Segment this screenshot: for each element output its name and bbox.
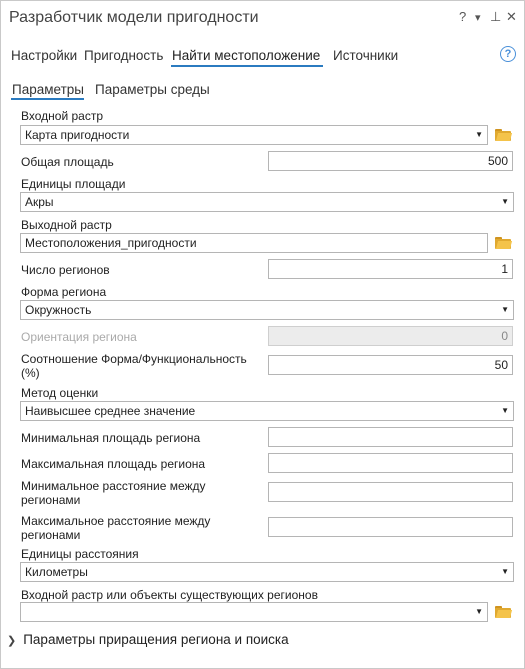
shape-tradeoff-label: Соотношение Форма/Функциональность (%) <box>21 352 247 380</box>
chevron-right-icon: ❯ <box>7 635 17 647</box>
help-circle-icon[interactable]: ? <box>500 46 516 62</box>
region-growth-expander[interactable]: ❯ Параметры приращения региона и поиска <box>7 632 289 647</box>
browse-folder-icon[interactable] <box>495 606 513 618</box>
tab-suitability[interactable]: Пригодность <box>84 48 163 63</box>
chevron-down-icon: ▼ <box>501 406 509 415</box>
min-distance-input[interactable] <box>268 482 513 502</box>
input-raster-label: Входной растр <box>21 109 104 123</box>
close-button[interactable]: ✕ <box>506 9 517 25</box>
active-subtab-indicator <box>11 98 84 100</box>
browse-folder-icon[interactable] <box>495 237 513 249</box>
area-units-label: Единицы площади <box>21 177 126 191</box>
region-shape-value: Окружность <box>25 303 92 317</box>
input-raster-dropdown[interactable]: Карта пригодности ▼ <box>20 125 488 145</box>
output-raster-input[interactable]: Местоположения_пригодности <box>20 233 488 253</box>
title-bar: Разработчик модели пригодности ? ▾ ⊥ ✕ <box>1 1 524 35</box>
existing-regions-label: Входной растр или объекты существующих р… <box>21 588 318 602</box>
pane-title: Разработчик модели пригодности <box>9 9 259 26</box>
distance-units-dropdown[interactable]: Километры ▼ <box>20 562 514 582</box>
existing-regions-dropdown[interactable]: ▼ <box>20 602 488 622</box>
evaluation-method-dropdown[interactable]: Наивысшее среднее значение ▼ <box>20 401 514 421</box>
chevron-down-icon: ▼ <box>475 130 483 139</box>
output-raster-label: Выходной растр <box>21 218 112 232</box>
area-units-value: Акры <box>25 195 54 209</box>
max-distance-input[interactable] <box>268 517 513 537</box>
chevron-down-icon: ▼ <box>501 567 509 576</box>
distance-units-label: Единицы расстояния <box>21 547 139 561</box>
chevron-down-icon: ▼ <box>475 607 483 616</box>
tab-settings[interactable]: Настройки <box>11 48 77 63</box>
max-region-area-label: Максимальная площадь региона <box>21 457 206 471</box>
chevron-down-icon: ▼ <box>501 197 509 206</box>
total-area-label: Общая площадь <box>21 155 114 169</box>
browse-folder-icon[interactable] <box>495 129 513 141</box>
max-region-area-input[interactable] <box>268 453 513 473</box>
distance-units-value: Километры <box>25 565 88 579</box>
subtab-parameters[interactable]: Параметры <box>12 82 84 97</box>
evaluation-method-label: Метод оценки <box>21 386 99 400</box>
subtab-environments[interactable]: Параметры среды <box>95 82 210 97</box>
tool-pane: Разработчик модели пригодности ? ▾ ⊥ ✕ Н… <box>0 0 525 669</box>
evaluation-method-value: Наивысшее среднее значение <box>25 404 196 418</box>
min-distance-label: Минимальное расстояние между регионами <box>21 479 206 507</box>
tab-sources[interactable]: Источники <box>333 48 398 63</box>
region-orientation-label: Ориентация региона <box>21 330 137 344</box>
num-regions-label: Число регионов <box>21 263 110 277</box>
pin-icon[interactable]: ⊥ <box>490 9 501 25</box>
input-raster-value: Карта пригодности <box>25 128 130 142</box>
shape-tradeoff-input[interactable]: 50 <box>268 355 513 375</box>
chevron-down-icon: ▼ <box>501 305 509 314</box>
active-tab-indicator <box>171 65 323 67</box>
max-distance-label: Максимальное расстояние между регионами <box>21 514 211 542</box>
region-orientation-input: 0 <box>268 326 513 346</box>
min-region-area-label: Минимальная площадь региона <box>21 431 201 445</box>
total-area-input[interactable]: 500 <box>268 151 513 171</box>
region-shape-dropdown[interactable]: Окружность ▼ <box>20 300 514 320</box>
min-region-area-input[interactable] <box>268 427 513 447</box>
help-button[interactable]: ? <box>459 9 466 24</box>
tab-locate[interactable]: Найти местоположение <box>172 48 320 63</box>
area-units-dropdown[interactable]: Акры ▼ <box>20 192 514 212</box>
region-shape-label: Форма региона <box>21 285 107 299</box>
region-growth-expander-label: Параметры приращения региона и поиска <box>23 632 289 647</box>
num-regions-input[interactable]: 1 <box>268 259 513 279</box>
pane-menu-button[interactable]: ▾ <box>475 11 481 24</box>
